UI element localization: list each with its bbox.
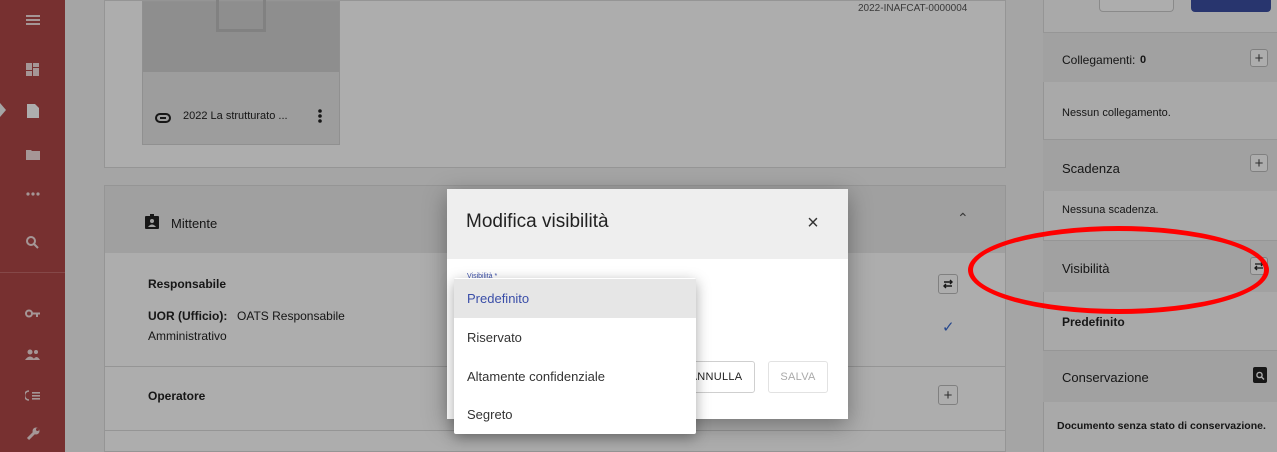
dialog-header: Modifica visibilità × bbox=[447, 189, 848, 259]
annotation-ellipse bbox=[968, 226, 1269, 314]
dialog-title: Modifica visibilità bbox=[466, 211, 609, 232]
option-segreto[interactable]: Segreto bbox=[454, 395, 696, 434]
save-button[interactable]: SALVA bbox=[768, 361, 828, 393]
option-altamente-confidenziale[interactable]: Altamente confidenziale bbox=[454, 357, 696, 396]
option-predefinito[interactable]: Predefinito bbox=[454, 279, 696, 318]
close-icon[interactable]: × bbox=[803, 213, 823, 233]
visibilita-dropdown: Predefinito Riservato Altamente confiden… bbox=[454, 278, 696, 434]
option-riservato[interactable]: Riservato bbox=[454, 318, 696, 357]
